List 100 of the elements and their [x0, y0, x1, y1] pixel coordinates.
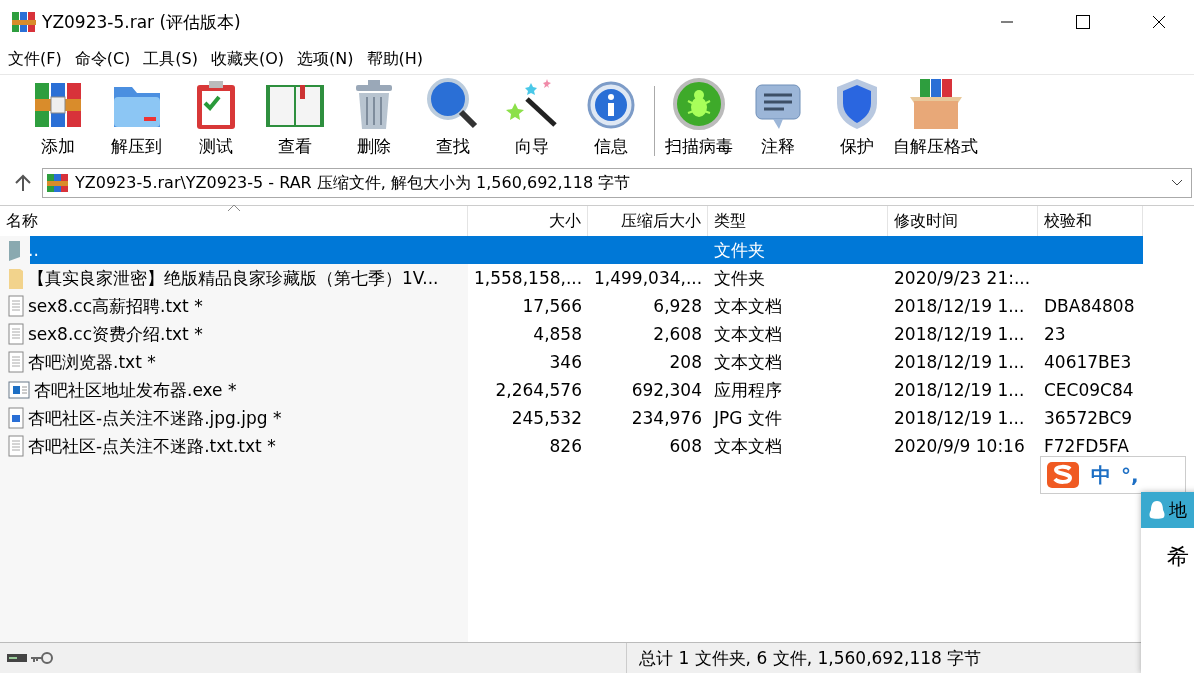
application-icon	[8, 381, 30, 399]
column-header[interactable]: 大小	[468, 206, 588, 236]
file-name: sex8.cc资费介绍.txt *	[28, 322, 203, 346]
up-arrow-icon[interactable]	[14, 174, 32, 192]
table-cell-text: JPG 文件	[712, 406, 783, 430]
archive-icon	[47, 173, 69, 193]
chevron-down-icon[interactable]	[1171, 179, 1183, 187]
toolbar-button[interactable]: 查找	[413, 78, 492, 164]
maximize-icon	[1076, 15, 1090, 29]
table-cell-text: F72FD5FA	[1043, 436, 1130, 456]
popup-text: 希	[1166, 543, 1190, 571]
punctuation-mode[interactable]: °,	[1121, 463, 1139, 487]
table-cell-text: 17,566	[521, 296, 583, 316]
file-name: sex8.cc高薪招聘.txt *	[28, 294, 203, 318]
toolbar-button[interactable]: 测试	[176, 78, 255, 164]
table-cell-text: 2018/12/19 1...	[893, 352, 1026, 372]
menu-item[interactable]: 帮助(H)	[366, 48, 424, 70]
column-header[interactable]: 校验和	[1038, 206, 1143, 236]
table-cell-text: 文件夹	[713, 238, 766, 262]
file-row[interactable]: 杏吧社区-点关注不迷路.txt.txt * 826 608 文本文档 2020/9/9 10:16 F72FD5FA	[0, 432, 1143, 460]
table-cell-text: 4,858	[532, 324, 583, 344]
toolbar-button[interactable]: 注释	[738, 78, 817, 164]
menu-item[interactable]: 工具(S)	[143, 48, 198, 70]
column-header[interactable]: 类型	[708, 206, 888, 236]
toolbar-button[interactable]: 查看	[255, 78, 334, 164]
toolbar-button[interactable]: 删除	[334, 78, 413, 164]
table-cell-text: 208	[668, 352, 703, 372]
table-cell-text: 文本文档	[713, 350, 783, 374]
file-row[interactable]: sex8.cc高薪招聘.txt * 17,566 6,928 文本文档 2018/12/19 1... DBA84808	[0, 292, 1143, 320]
table-cell-text: 文件夹	[713, 266, 766, 290]
penguin-icon	[1149, 500, 1165, 520]
table-cell-text: 2018/12/19 1...	[893, 324, 1026, 344]
popup-title: 地	[1169, 498, 1187, 522]
file-row[interactable]: 杏吧社区-点关注不迷路.jpg.jpg * 245,532 234,976 JPG 文件 2018/12/19 1... 36572BC9	[0, 404, 1143, 432]
magnifier-icon	[425, 77, 480, 131]
column-header[interactable]: 压缩后大小	[588, 206, 708, 236]
file-name: 杏吧社区-点关注不迷路.jpg.jpg *	[28, 406, 282, 430]
table-cell-text: 2020/9/9 10:16	[893, 436, 1026, 456]
table-cell-text: 文本文档	[713, 294, 783, 318]
table-cell-text: 36572BC9	[1043, 408, 1134, 428]
toolbar-button[interactable]: 保护	[817, 78, 896, 164]
drive-icon	[6, 652, 28, 664]
file-name: 杏吧浏览器.txt *	[28, 350, 156, 374]
file-name: 【真实良家泄密】绝版精品良家珍藏版（第七季）1V...	[28, 266, 439, 290]
window-title: YZ0923-5.rar (评估版本)	[42, 10, 242, 34]
bug-icon	[671, 77, 726, 131]
file-name: 杏吧社区地址发布器.exe *	[34, 378, 237, 402]
key-icon	[30, 651, 54, 665]
table-cell-text: 文本文档	[713, 434, 783, 458]
menu-item[interactable]: 命令(C)	[74, 48, 131, 70]
input-mode[interactable]: 中	[1091, 461, 1111, 489]
text-file-icon	[8, 295, 24, 317]
text-file-icon	[8, 435, 24, 457]
status-text: 总计 1 文件夹, 6 文件, 1,560,692,118 字节	[638, 646, 982, 670]
table-cell-text: 1,499,034,...	[593, 268, 704, 288]
table-cell-text: 2018/12/19 1...	[893, 296, 1026, 316]
table-cell-text: 文本文档	[713, 322, 783, 346]
file-name: 杏吧社区-点关注不迷路.txt.txt *	[28, 434, 276, 458]
close-icon	[1152, 15, 1166, 29]
table-cell-text: 1,558,158,...	[473, 268, 584, 288]
toolbar-button[interactable]: 添加	[18, 78, 97, 164]
info-icon	[585, 79, 636, 131]
toolbar-button[interactable]: 向导	[492, 78, 571, 164]
table-cell-text: 应用程序	[713, 378, 783, 402]
file-name: ..	[28, 240, 39, 260]
menu-item[interactable]: 文件(F)	[8, 48, 62, 70]
table-cell-text: 608	[668, 436, 703, 456]
table-cell-text: CEC09C84	[1043, 380, 1135, 400]
column-header[interactable]: 名称	[0, 206, 468, 236]
s-logo-icon	[1045, 460, 1081, 490]
text-file-icon	[8, 323, 24, 345]
file-row[interactable]: 【真实良家泄密】绝版精品良家珍藏版（第七季）1V... 1,558,158,... 1,499,034,... 文件夹 2020/9/23 21:...	[0, 264, 1143, 292]
table-cell-text: 2018/12/19 1...	[893, 408, 1026, 428]
toolbar-button[interactable]: 信息	[571, 78, 650, 164]
menu-item[interactable]: 收藏夹(O)	[211, 48, 285, 70]
table-cell-text: 2018/12/19 1...	[893, 380, 1026, 400]
table-cell-text: 2,608	[652, 324, 703, 344]
table-cell-text: 40617BE3	[1043, 352, 1133, 372]
table-cell-text: 23	[1043, 324, 1067, 344]
image-file-icon	[8, 407, 24, 429]
table-cell-text: 234,976	[630, 408, 703, 428]
file-row[interactable]: sex8.cc资费介绍.txt * 4,858 2,608 文本文档 2018/12/19 1... 23	[0, 320, 1143, 348]
table-cell-text: 346	[548, 352, 583, 372]
table-cell-text: 2020/9/23 21:...	[893, 268, 1032, 288]
column-header[interactable]: 修改时间	[888, 206, 1038, 236]
table-cell-text: 692,304	[630, 380, 703, 400]
folder-icon	[8, 267, 24, 289]
table-cell-text: 245,532	[510, 408, 583, 428]
app-logo-icon	[12, 11, 36, 33]
toolbar-button[interactable]: 解压到	[97, 78, 176, 164]
table-cell-text: 2,264,576	[494, 380, 583, 400]
file-row[interactable]: 杏吧浏览器.txt * 346 208 文本文档 2018/12/19 1... 40617BE3	[0, 348, 1143, 376]
toolbar-button[interactable]: 扫描病毒	[659, 78, 738, 164]
text-file-icon	[8, 351, 24, 373]
address-field[interactable]: YZ0923-5.rar\YZ0923-5 - RAR 压缩文件, 解包大小为 1,560,692,118 字节	[42, 168, 1192, 198]
menu-item[interactable]: 选项(N)	[297, 48, 354, 70]
table-cell-text: 826	[548, 436, 583, 456]
table-cell-text: 6,928	[652, 296, 703, 316]
table-cell-text: DBA84808	[1043, 296, 1136, 316]
file-row[interactable]: 杏吧社区地址发布器.exe * 2,264,576 692,304 应用程序 2018/12/19 1... CEC09C84	[0, 376, 1143, 404]
